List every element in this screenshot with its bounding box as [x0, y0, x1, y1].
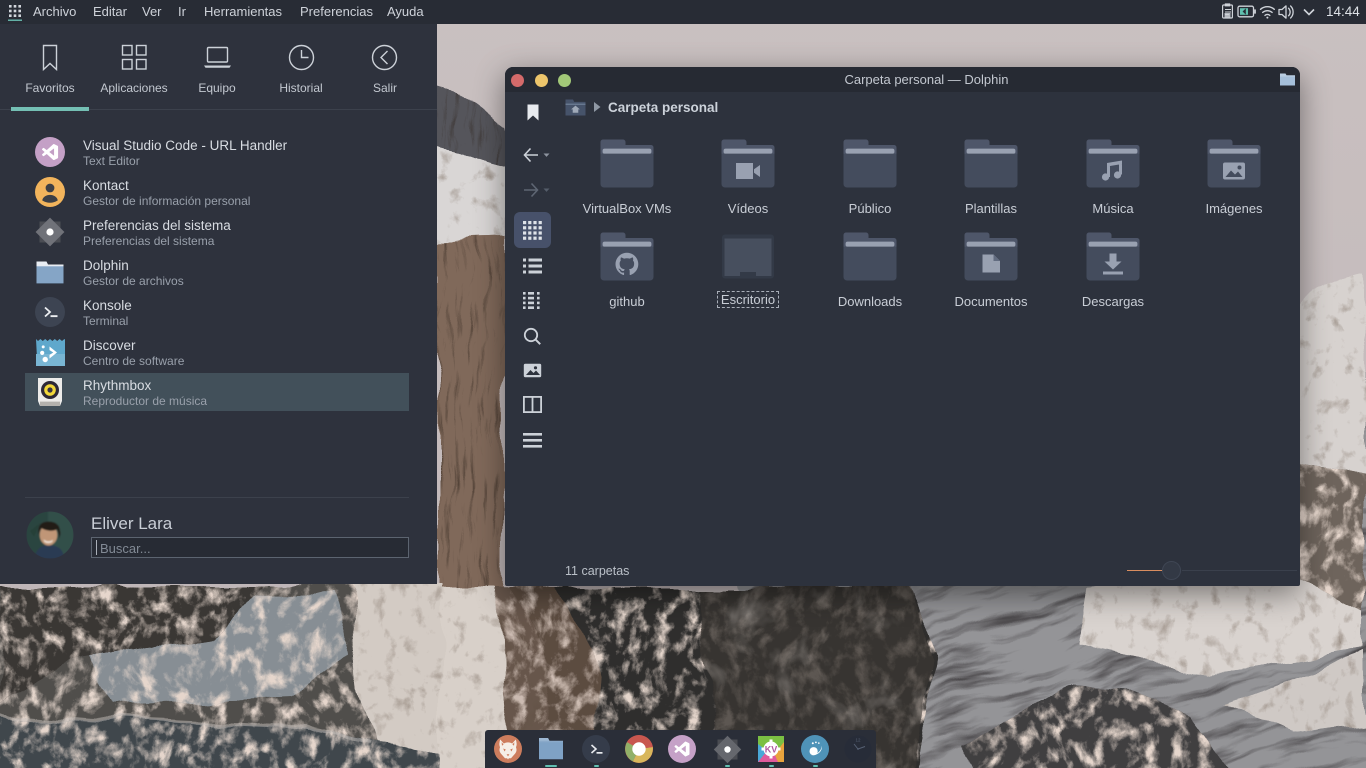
- svg-text:KV: KV: [765, 745, 778, 755]
- svg-text:12: 12: [855, 738, 861, 743]
